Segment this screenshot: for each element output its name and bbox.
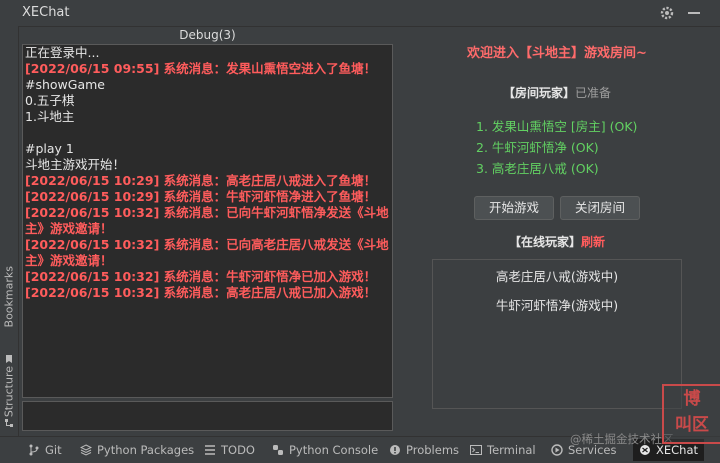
console-line: 0.五子棋 [25, 93, 75, 108]
online-players-label: 【在线玩家】 [508, 235, 581, 249]
room-players-label: 【房间玩家】 [502, 86, 575, 100]
terminal-icon [470, 445, 482, 455]
system-message-line: [2022/06/15 10:32] 系统消息：已向高老庄居八戒发送《斗地主》游… [25, 237, 389, 268]
terminal-label: Terminal [487, 443, 536, 457]
console-line: #play 1 [25, 141, 74, 156]
git-tool[interactable]: Git [28, 442, 62, 458]
services-icon [551, 444, 563, 456]
console-line: 斗地主游戏开始！ [25, 157, 126, 172]
bookmarks-label: Bookmarks [2, 266, 16, 328]
close-room-button[interactable]: 关闭房间 [560, 196, 640, 220]
bookmarks-tab[interactable]: Bookmarks [0, 266, 18, 366]
logo-stamp: 博叫区 [662, 384, 720, 444]
python-console-tool[interactable]: Python Console [272, 442, 378, 458]
room-player-item: 1. 发果山熏悟空 [房主] (OK) [476, 119, 638, 134]
system-message-line: [2022/06/15 10:32] 系统消息：牛虾河虾悟净已加入游戏！ [25, 269, 377, 284]
refresh-link[interactable]: 刷新 [581, 235, 605, 249]
online-player-item[interactable]: 牛虾河虾悟净(游戏中) [433, 293, 681, 318]
room-player-item: 2. 牛虾河虾悟净 (OK) [476, 140, 599, 155]
console-line: 正在登录中... [25, 45, 100, 60]
online-players-header: 【在线玩家】刷新 [400, 233, 714, 250]
window-title: XEChat [22, 5, 70, 20]
start-game-button[interactable]: 开始游戏 [474, 196, 554, 220]
ready-status: 已准备 [575, 86, 612, 100]
git-label: Git [45, 443, 62, 457]
problems-label: Problems [406, 443, 460, 457]
bookmark-icon [6, 355, 12, 363]
welcome-message: 欢迎进入【斗地主】游戏房间~ [467, 46, 647, 61]
system-message-line: [2022/06/15 09:55] 系统消息：发果山熏悟空进入了鱼塘！ [25, 61, 377, 76]
structure-icon [5, 419, 13, 427]
online-player-item[interactable]: 高老庄居八戒(游戏中) [433, 264, 681, 289]
python-packages-label: Python Packages [97, 443, 195, 457]
message-input[interactable] [22, 401, 393, 431]
console-line: 1.斗地主 [25, 109, 75, 124]
problems-tool[interactable]: Problems [389, 442, 459, 458]
chat-console[interactable]: 正在登录中... [2022/06/15 09:55] 系统消息：发果山熏悟空进入… [22, 44, 393, 398]
gear-icon[interactable] [659, 5, 675, 21]
problems-icon [390, 445, 400, 455]
python-console-icon [273, 445, 283, 455]
system-message-line: [2022/06/15 10:32] 系统消息：已向牛虾河虾悟净发送《斗地主》游… [25, 205, 389, 236]
debug-tab-header[interactable]: Debug(3) [22, 28, 393, 44]
game-room-panel: 欢迎进入【斗地主】游戏房间~ 【房间玩家】已准备 1. 发果山熏悟空 [房主] … [400, 26, 720, 436]
system-message-line: [2022/06/15 10:29] 系统消息：高老庄居八戒进入了鱼塘！ [25, 173, 377, 188]
room-player-list: 1. 发果山熏悟空 [房主] (OK) 2. 牛虾河虾悟净 (OK) 3. 高老… [476, 116, 637, 179]
python-packages-tool[interactable]: Python Packages [79, 442, 195, 458]
python-console-label: Python Console [289, 443, 379, 457]
room-player-item: 3. 高老庄居八戒 (OK) [476, 161, 599, 176]
todo-tool[interactable]: TODO [204, 442, 255, 458]
title-bar: XEChat [0, 0, 720, 27]
minimize-icon[interactable] [686, 5, 702, 21]
structure-label: Structure [2, 366, 16, 418]
packages-icon [79, 444, 93, 456]
structure-tab[interactable]: Structure [0, 366, 18, 436]
room-players-header: 【房间玩家】已准备 [400, 84, 714, 101]
watermark-text: @稀土掘金技术社区 [570, 432, 674, 446]
online-player-list: 高老庄居八戒(游戏中) 牛虾河虾悟净(游戏中) [432, 259, 682, 409]
todo-label: TODO [221, 443, 255, 457]
git-branch-icon [29, 444, 39, 456]
todo-list-icon [205, 445, 215, 455]
terminal-tool[interactable]: Terminal [470, 442, 536, 458]
console-line: #showGame [25, 77, 105, 92]
system-message-line: [2022/06/15 10:29] 系统消息：牛虾河虾悟净进入了鱼塘！ [25, 189, 377, 204]
system-message-line: [2022/06/15 10:32] 系统消息：高老庄居八戒已加入游戏！ [25, 285, 377, 300]
left-tool-strip: Bookmarks Structure [0, 26, 19, 436]
